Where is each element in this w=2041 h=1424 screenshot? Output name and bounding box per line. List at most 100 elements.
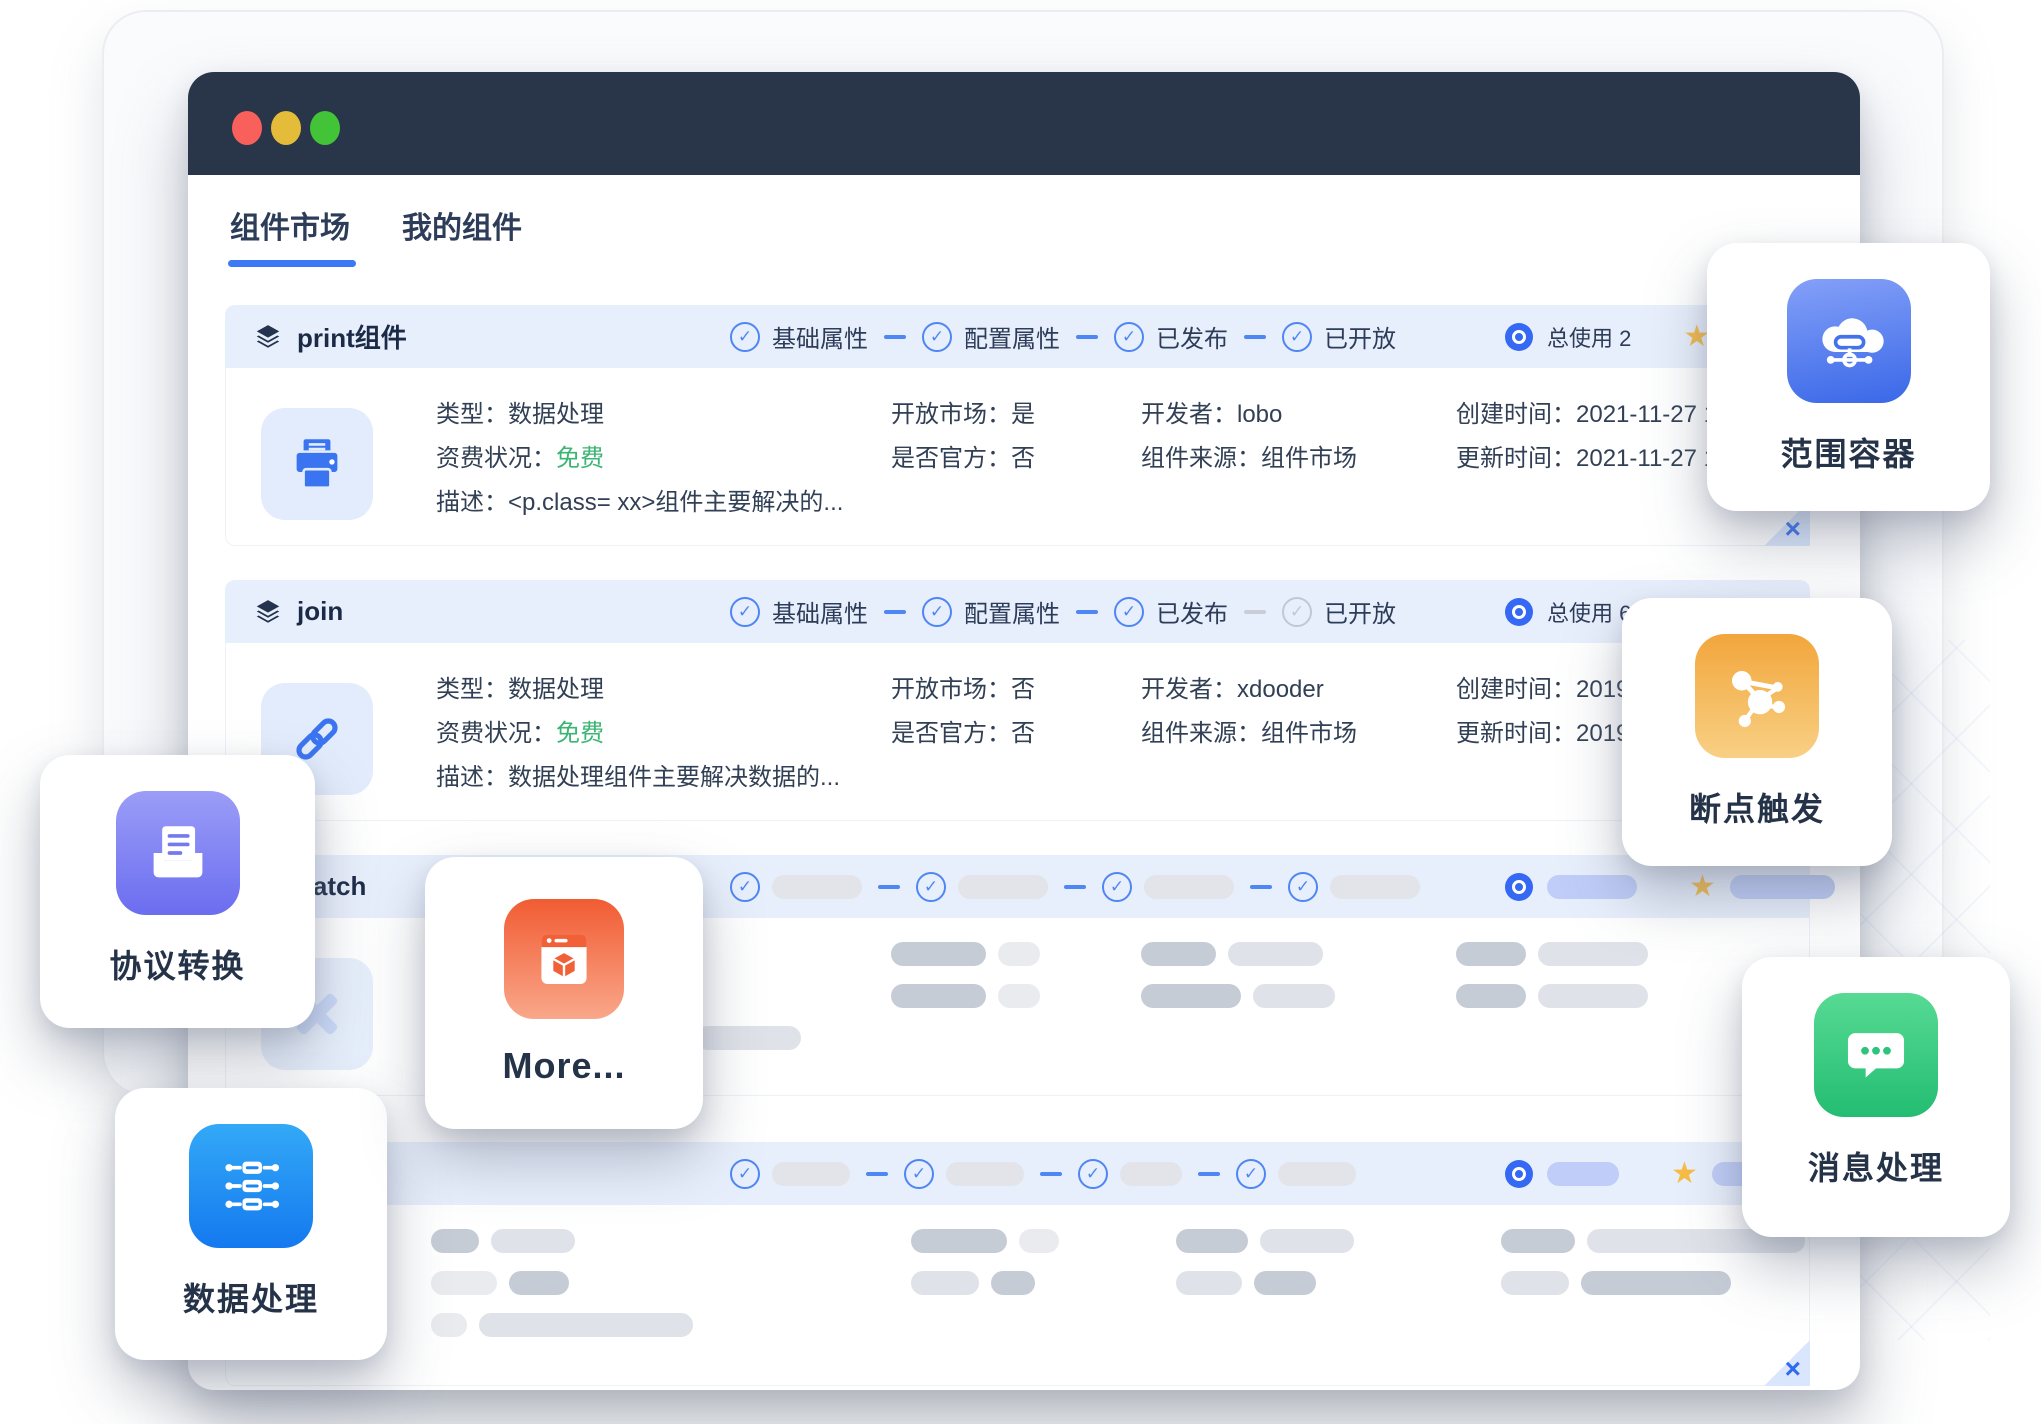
float-card-range-container[interactable]: 范围容器: [1707, 243, 1990, 511]
step-separator: [1198, 1172, 1220, 1176]
float-card-data-process[interactable]: 数据处理: [115, 1088, 387, 1360]
card-header: join ✓基础属性 ✓配置属性 ✓已发布 ✓已开放 总使用 6 ★ 总评: [225, 580, 1810, 643]
check-icon: ✓: [922, 322, 952, 352]
check-icon: ✓: [922, 597, 952, 627]
skeleton-pill: [1120, 1162, 1182, 1186]
skeleton-pill: [911, 1229, 1007, 1253]
skeleton-pill: [491, 1229, 575, 1253]
close-icon[interactable]: ×: [1785, 515, 1801, 543]
step-separator: [884, 335, 906, 339]
float-card-label: More...: [502, 1045, 625, 1087]
float-card-protocol-convert[interactable]: 协议转换: [40, 755, 315, 1028]
field-desc: 描述：数据处理组件主要解决数据的...: [436, 757, 840, 792]
layers-icon: [253, 597, 283, 627]
tab-component-market[interactable]: 组件市场: [230, 203, 350, 247]
float-card-breakpoint-trigger[interactable]: 断点触发: [1622, 598, 1892, 866]
check-icon: ✓: [1078, 1159, 1108, 1189]
inbox-document-icon: [116, 791, 240, 915]
component-card-print[interactable]: print组件 ✓基础属性 ✓配置属性 ✓已发布 ✓已开放 总使用 2 ★ 总评: [225, 305, 1810, 546]
skeleton-pill: [1538, 942, 1648, 966]
card-header: print组件 ✓基础属性 ✓配置属性 ✓已发布 ✓已开放 总使用 2 ★ 总评: [225, 305, 1810, 368]
skeleton-pill: [1581, 1271, 1731, 1295]
field-created: 创建时间：2021-11-27 11:2: [1456, 394, 1749, 429]
printer-icon: [261, 408, 373, 520]
data-nodes-icon: [189, 1124, 313, 1248]
field-fee: 资费状况：免费: [436, 438, 604, 473]
float-card-label: 断点触发: [1689, 784, 1825, 830]
maximize-dot-icon[interactable]: [310, 111, 340, 145]
skeleton-pill: [479, 1313, 693, 1337]
field-open-market: 开放市场：否: [891, 669, 1035, 704]
check-icon: ✓: [730, 1159, 760, 1189]
chat-bubble-icon: [1814, 993, 1938, 1117]
skeleton-pill: [696, 1026, 801, 1050]
skeleton-pill: [772, 875, 862, 899]
card-body: 类型：数据处理 资费状况：免费 描述：<p.class= xx>组件主要解决的.…: [225, 368, 1810, 546]
float-card-more[interactable]: More...: [425, 857, 703, 1129]
usage-icon: [1505, 873, 1533, 901]
window-titlebar: [188, 72, 1860, 175]
check-icon: ✓: [730, 872, 760, 902]
active-tab-indicator: [228, 260, 356, 267]
skeleton-pill: [509, 1271, 569, 1295]
skeleton-pill: [431, 1229, 479, 1253]
minimize-dot-icon[interactable]: [271, 111, 301, 145]
skeleton-pill: [946, 1162, 1024, 1186]
usage-icon: [1505, 1160, 1533, 1188]
card-title: join: [297, 596, 343, 627]
field-fee: 资费状况：免费: [436, 713, 604, 748]
skeleton-pill: [1501, 1271, 1569, 1295]
field-type: 类型：数据处理: [436, 394, 604, 429]
page: 组件市场 我的组件 print组件 ✓基础属性 ✓配置属性 ✓已发布 ✓已开放: [0, 0, 2041, 1424]
field-updated: 更新时间：2021-11-27 11:2: [1456, 438, 1749, 473]
close-dot-icon[interactable]: [232, 111, 262, 145]
tab-my-components[interactable]: 我的组件: [402, 203, 522, 247]
field-type: 类型：数据处理: [436, 669, 604, 704]
skeleton-pill: [911, 1271, 979, 1295]
star-icon: ★: [1671, 1159, 1698, 1189]
check-icon: ✓: [1288, 872, 1318, 902]
component-card-skeleton[interactable]: ✓ ✓ ✓ ✓ ★: [225, 1142, 1810, 1386]
field-official: 是否官方：否: [891, 438, 1035, 473]
card-body: 类型：数据处理 资费状况：免费 描述：数据处理组件主要解决数据的... 开放市场…: [225, 643, 1810, 821]
check-icon: ✓: [1114, 322, 1144, 352]
field-developer: 开发者：xdooder: [1141, 669, 1324, 704]
skeleton-pill: [1538, 984, 1648, 1008]
cloud-network-icon: [1787, 279, 1911, 403]
field-source: 组件来源：组件市场: [1141, 713, 1357, 748]
skeleton-pill: [772, 1162, 850, 1186]
float-card-message-process[interactable]: 消息处理: [1742, 957, 2010, 1237]
skeleton-pill: [958, 875, 1048, 899]
float-card-label: 消息处理: [1808, 1143, 1944, 1189]
step-separator: [1064, 885, 1086, 889]
usage-icon: [1505, 323, 1533, 351]
skeleton-pill: [1260, 1229, 1354, 1253]
usage-count: 总使用 6: [1547, 596, 1631, 628]
skeleton-pill: [1228, 942, 1323, 966]
float-card-label: 范围容器: [1780, 429, 1916, 475]
check-icon: ✓: [730, 322, 760, 352]
skeleton-pill: [1456, 942, 1526, 966]
step-separator: [1244, 610, 1266, 614]
step-separator: [1250, 885, 1272, 889]
skeleton-pill: [1330, 875, 1420, 899]
check-icon: ✓: [1282, 322, 1312, 352]
skeleton-pill: [891, 942, 986, 966]
check-icon: ✓: [916, 872, 946, 902]
skeleton-pill: [1141, 984, 1241, 1008]
skeleton-pill: [1176, 1229, 1248, 1253]
check-icon: ✓: [730, 597, 760, 627]
skeleton-pill: [1144, 875, 1234, 899]
close-icon[interactable]: ×: [1785, 1355, 1801, 1383]
field-open-market: 开放市场：是: [891, 394, 1035, 429]
skeleton-pill: [1456, 984, 1526, 1008]
skeleton-pill: [1176, 1271, 1242, 1295]
star-icon: ★: [1689, 872, 1716, 902]
component-card-join[interactable]: join ✓基础属性 ✓配置属性 ✓已发布 ✓已开放 总使用 6 ★ 总评: [225, 580, 1810, 821]
field-desc: 描述：<p.class= xx>组件主要解决的...: [436, 482, 843, 517]
skeleton-pill: [1730, 875, 1835, 899]
card-body: ×: [225, 1205, 1810, 1386]
check-icon-pending: ✓: [1282, 597, 1312, 627]
check-icon: ✓: [1102, 872, 1132, 902]
check-icon: ✓: [1114, 597, 1144, 627]
